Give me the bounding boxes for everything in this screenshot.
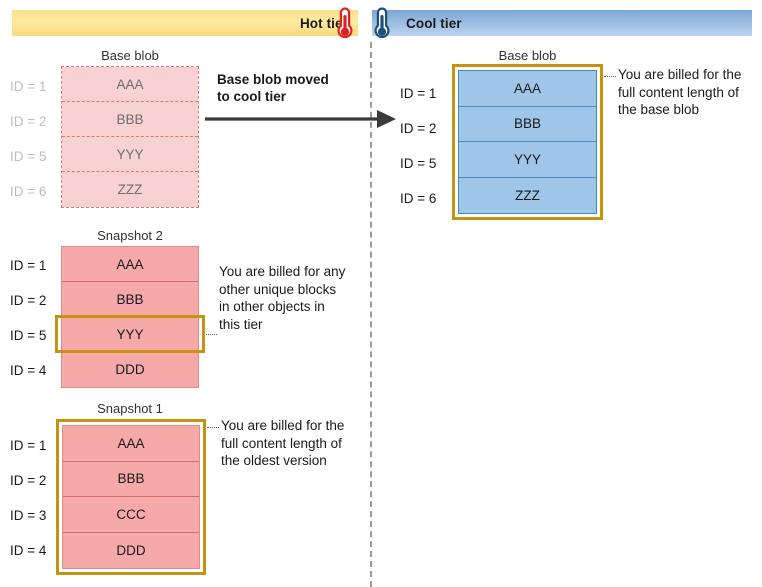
row-id-label: ID = 1 bbox=[10, 438, 47, 453]
snapshot1-callout: You are billed for the full content leng… bbox=[221, 418, 345, 468]
row-id-label: ID = 2 bbox=[10, 473, 47, 488]
hot-tier-header-bar: Hot tier bbox=[12, 10, 358, 36]
block-value: BBB bbox=[116, 111, 144, 127]
row-id-label: ID = 1 bbox=[10, 258, 47, 273]
transition-label-line1: Base blob moved bbox=[217, 72, 329, 87]
hot-base-blob-table: AAA BBB YYY ZZZ bbox=[61, 66, 199, 208]
row-id-label: ID = 6 bbox=[400, 191, 437, 206]
row-id-label: ID = 1 bbox=[400, 86, 437, 101]
table-row: ZZZ bbox=[62, 172, 198, 207]
snapshot2-title: Snapshot 2 bbox=[97, 228, 163, 243]
block-value: ZZZ bbox=[515, 187, 540, 203]
cool-base-blob-callout-leader bbox=[604, 76, 616, 77]
cool-base-blob-table: AAA BBB YYY ZZZ bbox=[458, 70, 597, 214]
row-id-label: ID = 1 bbox=[10, 79, 47, 94]
row-id-label: ID = 2 bbox=[400, 121, 437, 136]
row-id-label: ID = 2 bbox=[10, 293, 47, 308]
snapshot1-table: AAA BBB CCC DDD bbox=[62, 425, 200, 569]
block-value: YYY bbox=[513, 151, 541, 167]
table-row: BBB bbox=[62, 282, 198, 317]
row-id-label: ID = 4 bbox=[10, 543, 47, 558]
table-row: AAA bbox=[63, 426, 199, 462]
table-row: AAA bbox=[62, 247, 198, 282]
row-id-label: ID = 5 bbox=[400, 156, 437, 171]
block-value: CCC bbox=[116, 506, 146, 522]
block-value: AAA bbox=[116, 256, 144, 272]
table-row: BBB bbox=[62, 102, 198, 137]
table-row: YYY bbox=[62, 317, 198, 352]
block-value: YYY bbox=[116, 326, 144, 342]
table-row: AAA bbox=[459, 71, 596, 107]
thermometer-hot-icon bbox=[334, 6, 356, 40]
block-value: BBB bbox=[117, 471, 145, 487]
block-value: YYY bbox=[116, 146, 144, 162]
snapshot2-callout-leader bbox=[206, 334, 217, 335]
hot-base-blob-title: Base blob bbox=[101, 48, 159, 63]
cool-base-blob-title: Base blob bbox=[498, 48, 557, 63]
snapshot2-callout: You are billed for any other unique bloc… bbox=[219, 264, 346, 332]
row-id-label: ID = 3 bbox=[10, 508, 47, 523]
table-row: DDD bbox=[63, 532, 199, 568]
table-row: ZZZ bbox=[459, 177, 596, 213]
row-id-label: ID = 4 bbox=[10, 363, 47, 378]
table-row: BBB bbox=[459, 106, 596, 142]
block-value: DDD bbox=[115, 362, 145, 377]
thermometer-cool-icon bbox=[371, 6, 393, 40]
snapshot2-table: AAA BBB YYY DDD bbox=[61, 246, 199, 388]
row-id-label: ID = 6 bbox=[10, 184, 47, 199]
table-row: YYY bbox=[62, 137, 198, 172]
row-id-label: ID = 5 bbox=[10, 149, 47, 164]
block-value: AAA bbox=[116, 76, 144, 92]
cool-base-blob-highlight-frame: AAA BBB YYY ZZZ bbox=[452, 64, 603, 220]
table-row: AAA bbox=[62, 67, 198, 102]
transition-label-line2: to cool tier bbox=[217, 89, 287, 104]
block-value: BBB bbox=[513, 116, 541, 132]
cool-base-blob-callout: You are billed for the full content leng… bbox=[618, 67, 742, 117]
row-id-label: ID = 5 bbox=[10, 328, 47, 343]
block-value: BBB bbox=[116, 291, 144, 307]
table-row: DDD bbox=[62, 352, 198, 387]
block-value: DDD bbox=[116, 542, 146, 558]
cool-tier-header-bar: Cool tier bbox=[372, 10, 752, 36]
row-id-label: ID = 2 bbox=[10, 114, 47, 129]
block-value: AAA bbox=[513, 80, 541, 96]
block-value: ZZZ bbox=[117, 182, 143, 197]
snapshot1-callout-leader bbox=[207, 427, 219, 428]
table-row: YYY bbox=[459, 142, 596, 178]
table-row: BBB bbox=[63, 461, 199, 497]
table-row: CCC bbox=[63, 497, 199, 533]
snapshot1-title: Snapshot 1 bbox=[97, 401, 163, 416]
transition-label: Base blob moved to cool tier bbox=[217, 71, 329, 105]
snapshot1-highlight-frame: AAA BBB CCC DDD bbox=[56, 419, 206, 575]
block-value: AAA bbox=[117, 435, 145, 451]
right-arrow-icon bbox=[205, 108, 397, 135]
